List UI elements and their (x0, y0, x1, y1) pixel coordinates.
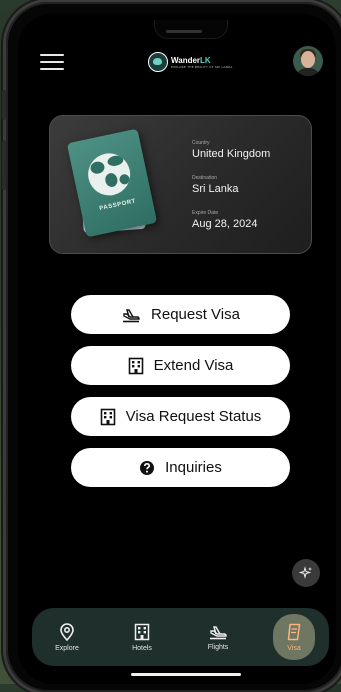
side-button (2, 140, 6, 190)
building-icon (100, 408, 115, 425)
plane-icon (123, 308, 140, 322)
expire-date-value: Aug 28, 2024 (192, 218, 258, 230)
visa-request-status-label: Visa Request Status (125, 408, 262, 425)
nav-item-visa[interactable]: Visa (273, 614, 315, 660)
logo-tagline: EXPLORE THE BEAUTY OF SRI LANKA (171, 64, 233, 69)
home-indicator (131, 673, 241, 676)
request-visa-button[interactable]: Request Visa (71, 295, 290, 334)
hamburger-menu-icon[interactable] (40, 52, 64, 70)
logo-name: WanderLK (171, 55, 211, 65)
ai-assistant-button[interactable] (292, 559, 320, 587)
visa-request-status-button[interactable]: Visa Request Status (71, 397, 290, 436)
app-logo: WanderLK EXPLORE THE BEAUTY OF SRI LANKA (148, 52, 232, 72)
nav-item-hotels[interactable]: Hotels (120, 612, 164, 662)
location-pin-icon (60, 622, 74, 641)
extend-visa-label: Extend Visa (153, 357, 234, 374)
document-icon (287, 623, 301, 640)
inquiries-button[interactable]: Inquiries (71, 448, 290, 487)
extend-visa-button[interactable]: Extend Visa (71, 346, 290, 385)
destination-value: Sri Lanka (192, 183, 239, 195)
speaker (166, 30, 202, 33)
destination-label: Destination (192, 175, 218, 181)
building-icon (134, 623, 150, 640)
expire-date-label: Expire Date (192, 210, 219, 216)
sparkle-icon (299, 566, 312, 579)
nav-label-flights: Flights (207, 643, 229, 651)
building-icon (128, 357, 143, 374)
nav-item-explore[interactable]: Explore (45, 612, 89, 662)
nav-label-hotels: Hotels (132, 644, 152, 652)
request-visa-label: Request Visa (151, 306, 240, 323)
country-value: United Kingdom (192, 148, 271, 160)
passport-cover-text: PASSPORT (98, 198, 137, 213)
plane-icon (210, 625, 227, 639)
question-icon (140, 460, 155, 475)
nav-item-flights[interactable]: Flights (196, 612, 240, 662)
avatar[interactable] (293, 46, 323, 76)
side-button (2, 90, 6, 120)
country-label: Country (192, 140, 210, 146)
nav-label-explore: Explore (55, 644, 79, 652)
nav-label-visa: Visa (287, 644, 301, 652)
logo-icon (148, 52, 168, 72)
inquiries-label: Inquiries (165, 459, 222, 476)
